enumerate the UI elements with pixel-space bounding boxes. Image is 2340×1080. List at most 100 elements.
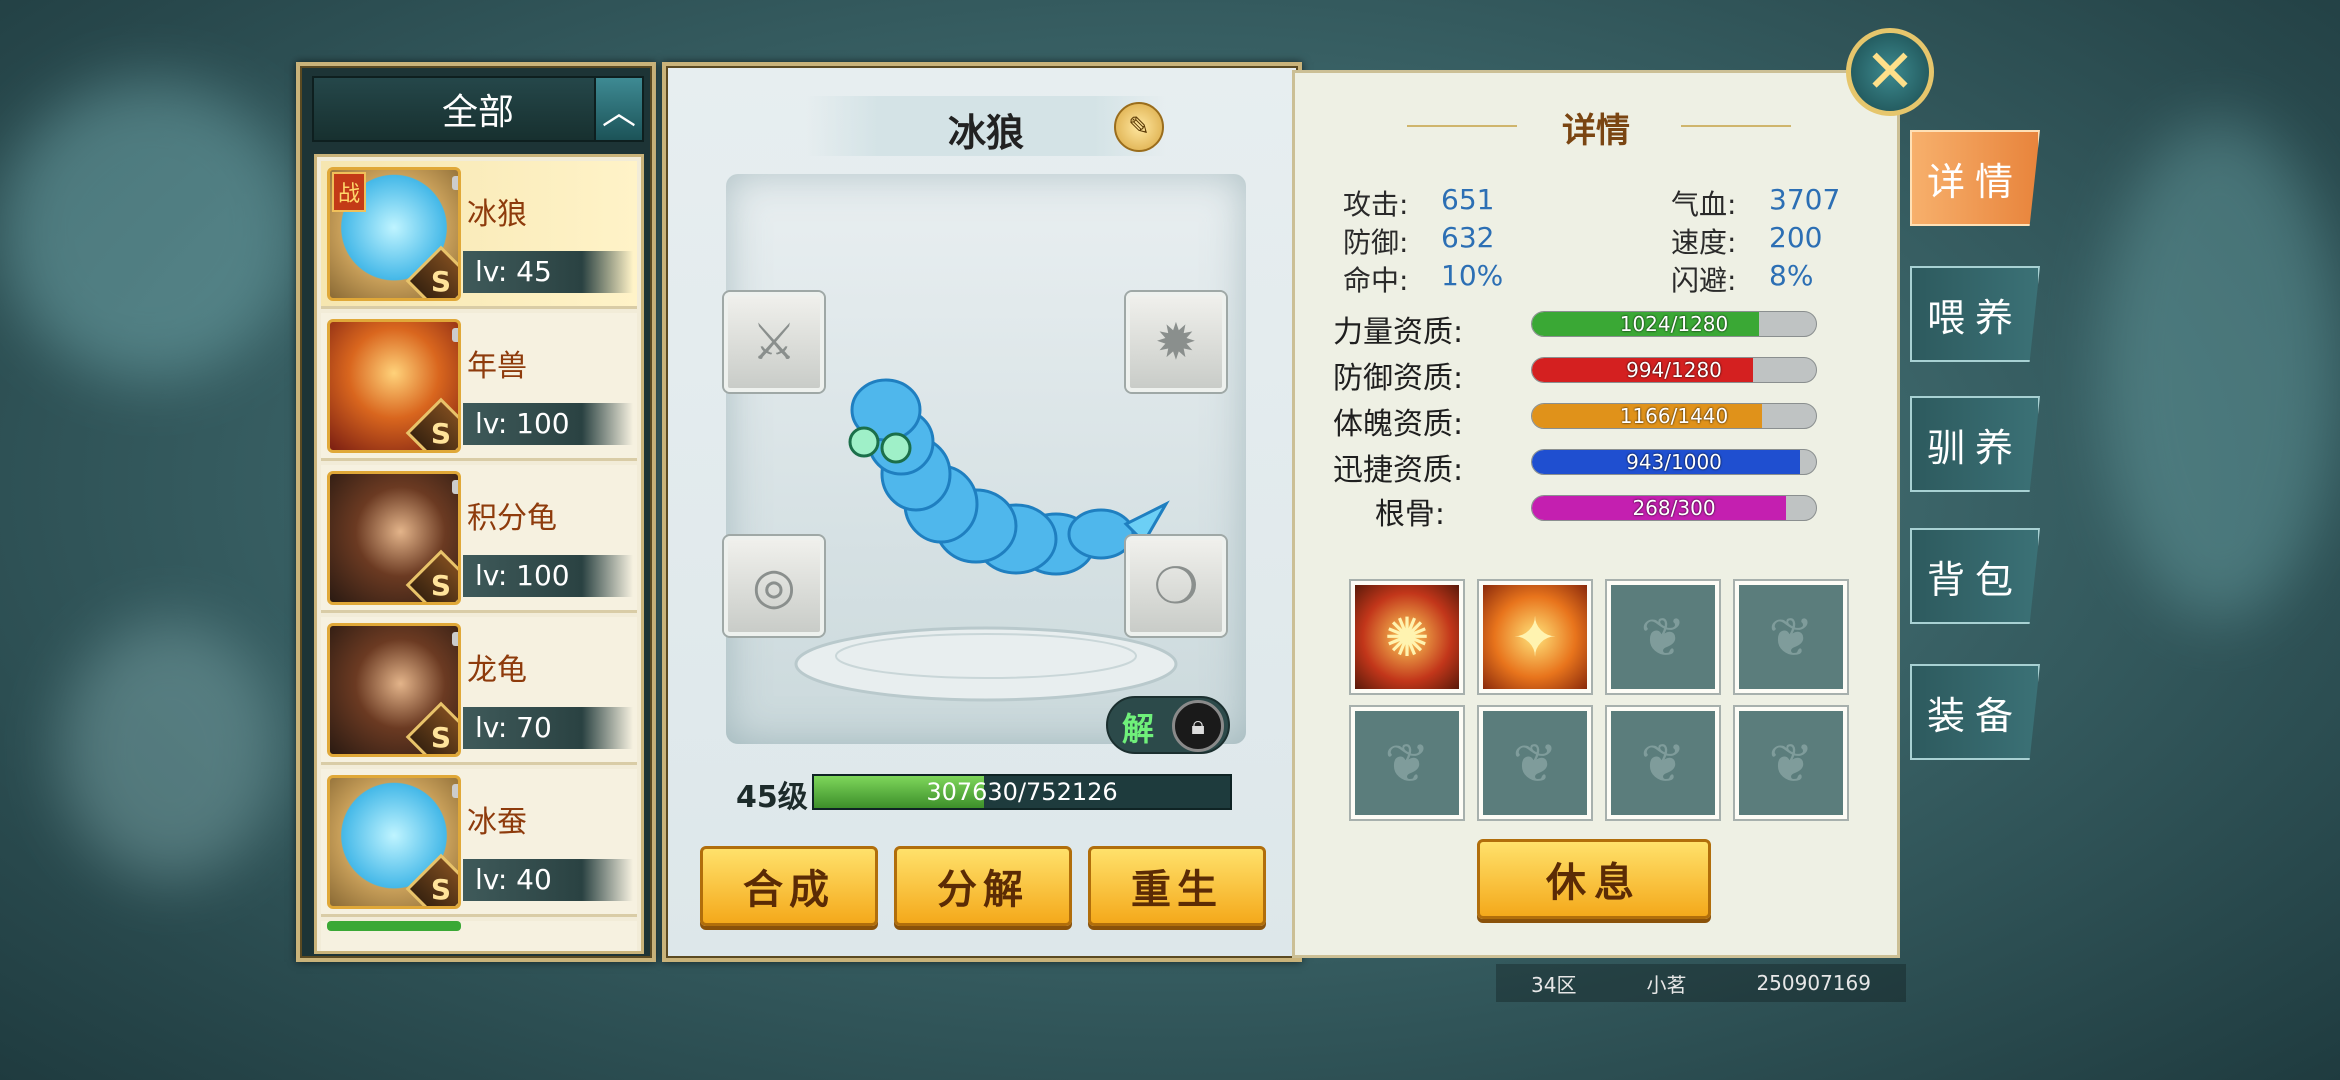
aptitude-bar: 994/1280 bbox=[1531, 357, 1817, 383]
pet-name: 冰狼 bbox=[467, 197, 527, 232]
stat-value: 8% bbox=[1769, 259, 1814, 292]
empty-skill-icon: ❦ bbox=[1768, 731, 1814, 795]
lock-icon bbox=[452, 480, 458, 494]
stat-value: 200 bbox=[1769, 221, 1823, 254]
rank-badge: S bbox=[405, 701, 458, 754]
pet-item-ice-wolf[interactable]: 战 S 冰狼 lv: 45 bbox=[321, 161, 637, 309]
sword-icon: ⚔ bbox=[751, 313, 797, 371]
stat-value: 632 bbox=[1441, 221, 1495, 254]
compose-button[interactable]: 合成 bbox=[700, 846, 878, 926]
rank-badge: S bbox=[405, 397, 458, 450]
empty-skill-icon: ❦ bbox=[1640, 731, 1686, 795]
aptitude-bar: 943/1000 bbox=[1531, 449, 1817, 475]
skill-slot-fire-orb[interactable]: ✺ bbox=[1351, 581, 1463, 693]
tab-equipment[interactable]: 装备 bbox=[1910, 664, 2040, 760]
pet-list[interactable]: 战 S 冰狼 lv: 45 S 年兽 lv: 100 S 积分龟 lv: 100 bbox=[314, 154, 644, 954]
lock-toggle[interactable]: 解 🔒︎ bbox=[1106, 696, 1230, 754]
skill-slot-empty[interactable]: ❦ bbox=[1479, 707, 1591, 819]
stat-label: 速度: bbox=[1671, 226, 1737, 259]
pet-level: lv: 40 bbox=[463, 859, 633, 901]
skill-slot-empty[interactable]: ❦ bbox=[1735, 707, 1847, 819]
footer-info: 34区 小茗 250907169 bbox=[1496, 964, 1906, 1002]
pet-view-panel: 冰狼 ✎ ⚔ ✹ ◎ ❍ 解 🔒︎ 45级 307630/752126 合成 分… bbox=[662, 62, 1302, 962]
aptitude-bar: 1024/1280 bbox=[1531, 311, 1817, 337]
aptitude-label: 迅捷资质: bbox=[1333, 453, 1464, 488]
stat-label: 防御: bbox=[1343, 226, 1409, 259]
pet-item-nian-beast[interactable]: S 年兽 lv: 100 bbox=[321, 313, 637, 461]
aptitude-label: 力量资质: bbox=[1333, 315, 1464, 350]
detail-title: 详情 bbox=[1562, 111, 1630, 151]
necklace-icon: ◎ bbox=[752, 557, 796, 615]
tab-feed[interactable]: 喂养 bbox=[1910, 266, 2040, 362]
battle-tag: 战 bbox=[332, 172, 366, 212]
aptitude-bar: 268/300 bbox=[1531, 495, 1817, 521]
stat-label: 命中: bbox=[1343, 264, 1409, 297]
empty-skill-icon: ❦ bbox=[1768, 605, 1814, 669]
pet-portrait: 战 S bbox=[327, 167, 461, 301]
pet-level-label: 45级 bbox=[736, 780, 808, 815]
lock-icon bbox=[452, 328, 458, 342]
lock-icon: 🔒︎ bbox=[1172, 700, 1224, 752]
pet-title-bar: 冰狼 bbox=[806, 96, 1166, 156]
pet-level: lv: 100 bbox=[463, 555, 633, 597]
stat-label: 闪避: bbox=[1671, 264, 1737, 297]
unlock-label: 解 bbox=[1122, 710, 1155, 748]
pet-model bbox=[794, 378, 1178, 702]
pet-title: 冰狼 bbox=[947, 111, 1024, 155]
pet-name: 年兽 bbox=[467, 349, 527, 384]
close-icon[interactable]: ✕ bbox=[1846, 28, 1934, 116]
equip-slot-ring[interactable]: ❍ bbox=[1126, 536, 1226, 636]
aptitude-bar: 1166/1440 bbox=[1531, 403, 1817, 429]
aptitude-value: 943/1000 bbox=[1626, 450, 1722, 474]
pet-item-ice-silkworm[interactable]: S 冰蚕 lv: 40 bbox=[321, 769, 637, 917]
lock-icon bbox=[452, 632, 458, 646]
player-id: 250907169 bbox=[1756, 971, 1871, 995]
tab-details[interactable]: 详情 bbox=[1910, 130, 2040, 226]
pet-portrait: S bbox=[327, 319, 461, 453]
equip-slot-necklace[interactable]: ◎ bbox=[724, 536, 824, 636]
filter-dropdown[interactable]: 全部 ︿ bbox=[312, 76, 644, 142]
pet-level: lv: 100 bbox=[463, 403, 633, 445]
stat-value: 3707 bbox=[1769, 183, 1841, 216]
equip-slot-armor[interactable]: ✹ bbox=[1126, 292, 1226, 392]
aptitude-label: 根骨: bbox=[1374, 497, 1445, 532]
pet-portrait: S bbox=[327, 623, 461, 757]
skill-slot-empty[interactable]: ❦ bbox=[1735, 581, 1847, 693]
spiked-ball-icon: ✹ bbox=[1155, 313, 1197, 371]
tab-train[interactable]: 驯养 bbox=[1910, 396, 2040, 492]
aptitude-label: 防御资质: bbox=[1333, 361, 1464, 396]
list-item[interactable] bbox=[321, 921, 637, 951]
decompose-button[interactable]: 分解 bbox=[894, 846, 1072, 926]
lock-icon bbox=[452, 176, 458, 190]
pet-item-dragon-turtle[interactable]: S 龙龟 lv: 70 bbox=[321, 617, 637, 765]
pet-item-points-turtle[interactable]: S 积分龟 lv: 100 bbox=[321, 465, 637, 613]
aptitude-value: 1166/1440 bbox=[1619, 404, 1729, 428]
rebirth-button[interactable]: 重生 bbox=[1088, 846, 1266, 926]
pet-name: 冰蚕 bbox=[467, 805, 527, 840]
pet-level: lv: 70 bbox=[463, 707, 633, 749]
rest-button[interactable]: 休息 bbox=[1477, 839, 1711, 919]
detail-panel: 详情 攻击: 651 气血: 3707 防御: 632 速度: 200 命中: … bbox=[1292, 70, 1900, 958]
pet-portrait bbox=[327, 921, 461, 931]
skill-slot-flame[interactable]: ✦ bbox=[1479, 581, 1591, 693]
ring-icon: ❍ bbox=[1153, 557, 1199, 615]
pet-portrait: S bbox=[327, 471, 461, 605]
aptitude-value: 1024/1280 bbox=[1619, 312, 1729, 336]
skill-slot-empty[interactable]: ❦ bbox=[1351, 707, 1463, 819]
pet-level: lv: 45 bbox=[463, 251, 633, 293]
fire-orb-icon: ✺ bbox=[1384, 605, 1430, 669]
chevron-up-icon[interactable]: ︿ bbox=[594, 78, 642, 140]
flame-icon: ✦ bbox=[1512, 605, 1558, 669]
equip-slot-weapon[interactable]: ⚔ bbox=[724, 292, 824, 392]
tab-bag[interactable]: 背包 bbox=[1910, 528, 2040, 624]
empty-skill-icon: ❦ bbox=[1384, 731, 1430, 795]
skill-slot-empty[interactable]: ❦ bbox=[1607, 581, 1719, 693]
skill-slot-empty[interactable]: ❦ bbox=[1607, 707, 1719, 819]
pet-portrait: S bbox=[327, 775, 461, 909]
exp-bar: 307630/752126 bbox=[812, 774, 1232, 810]
rank-badge: S bbox=[405, 245, 458, 298]
pet-list-panel: 全部 ︿ 战 S 冰狼 lv: 45 S 年兽 lv: 100 S 积分龟 lv… bbox=[296, 62, 656, 962]
edit-icon[interactable]: ✎ bbox=[1114, 102, 1164, 152]
pet-name: 积分龟 bbox=[467, 501, 557, 536]
stat-label: 气血: bbox=[1671, 188, 1737, 221]
